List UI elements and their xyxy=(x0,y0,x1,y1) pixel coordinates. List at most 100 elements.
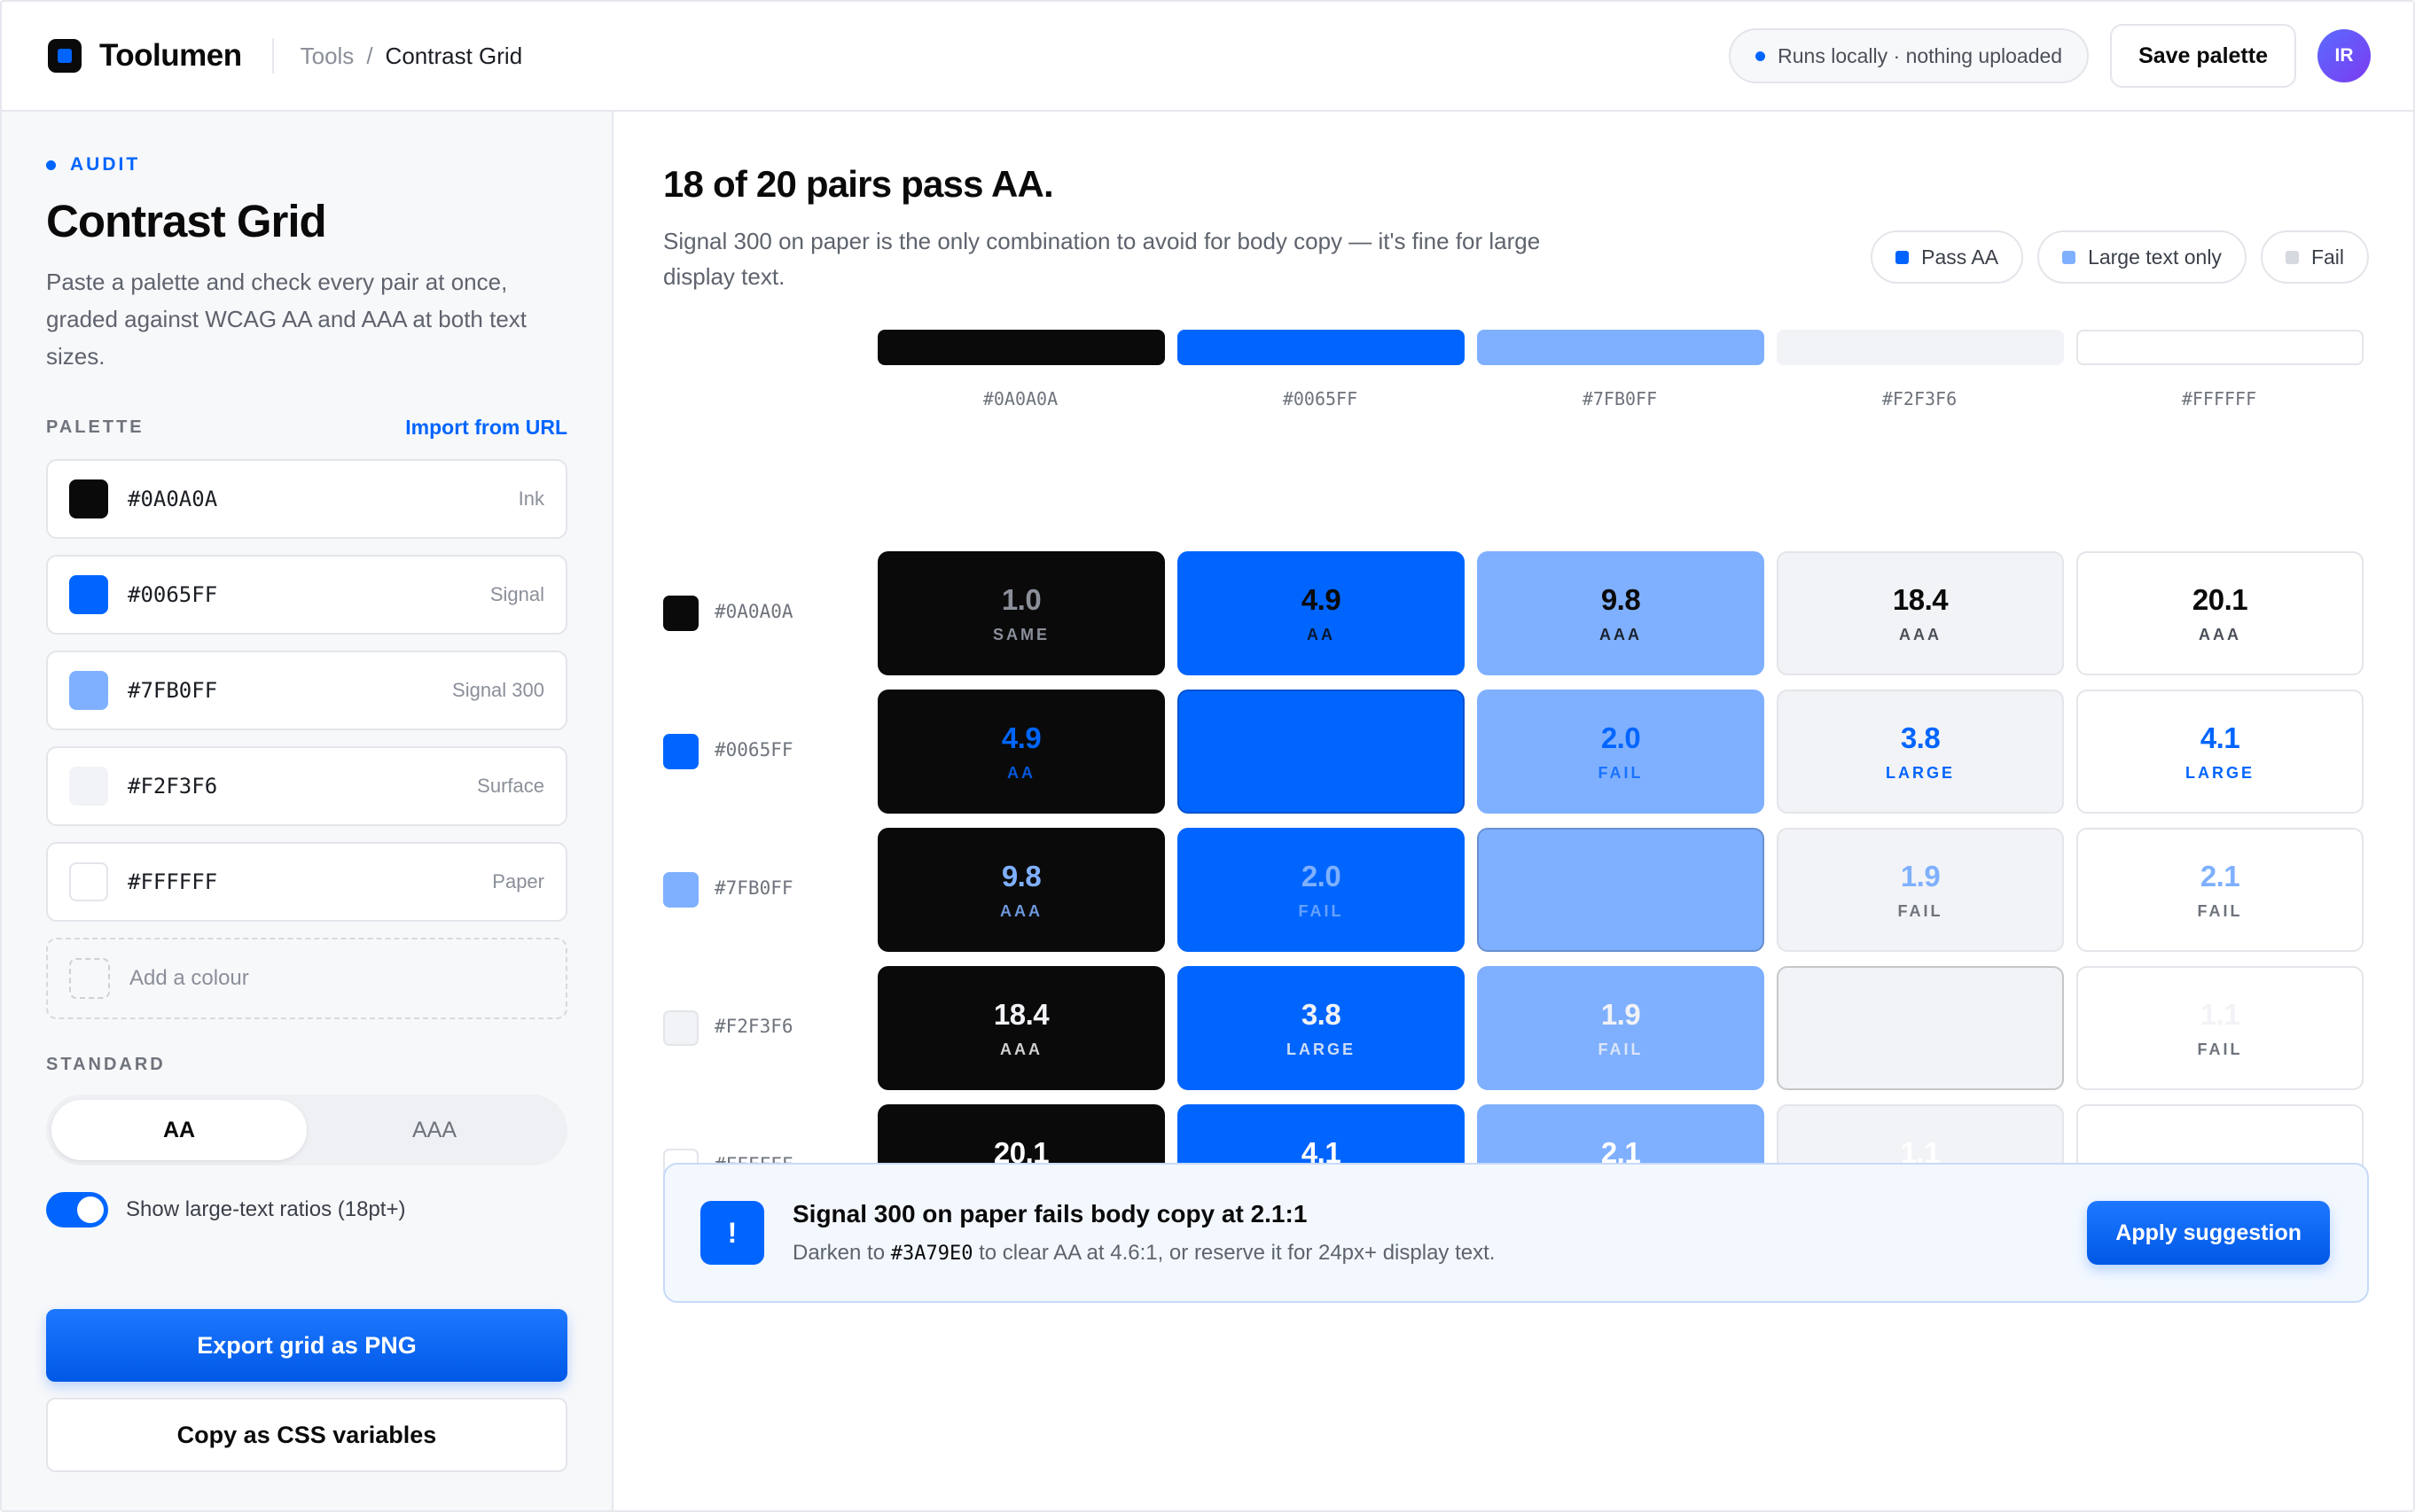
contrast-ratio: 4.9 xyxy=(1301,582,1341,616)
contrast-cell[interactable]: 1.9 FAIL xyxy=(1477,966,1764,1090)
contrast-cell[interactable]: 2.0 FAIL xyxy=(1477,690,1764,814)
contrast-cell[interactable]: 3.8 LARGE xyxy=(1177,966,1465,1090)
contrast-cell[interactable]: 1.1 FAIL xyxy=(2076,966,2364,1090)
legend-fail[interactable]: Fail xyxy=(2260,230,2369,284)
main-content: 18 of 20 pairs pass AA. Signal 300 on pa… xyxy=(615,112,2413,1510)
standard-option-aaa[interactable]: AAA xyxy=(307,1100,562,1160)
palette-name[interactable]: Surface xyxy=(477,775,544,798)
palette-name[interactable]: Ink xyxy=(519,487,544,510)
contrast-cell[interactable]: 4.9 AA xyxy=(878,690,1165,814)
breadcrumb-tools-link[interactable]: Tools xyxy=(301,43,355,70)
export-png-button[interactable]: Export grid as PNG xyxy=(46,1309,567,1382)
row-hex-label: #0A0A0A xyxy=(715,601,793,622)
palette-item-ink[interactable]: #0A0A0A Ink xyxy=(46,459,567,539)
contrast-ratio: 20.1 xyxy=(2192,582,2248,616)
brand-logo[interactable]: Toolumen xyxy=(48,38,242,74)
contrast-grade: AA xyxy=(1307,625,1335,643)
contrast-cell[interactable]: 1.0 SAME xyxy=(1777,966,2064,1090)
contrast-ratio: 18.4 xyxy=(993,997,1050,1031)
copy-css-button[interactable]: Copy as CSS variables xyxy=(46,1398,567,1472)
legend-label: Large text only xyxy=(2088,245,2222,269)
palette-item-surface[interactable]: #F2F3F6 Surface xyxy=(46,746,567,826)
palette-hex[interactable]: #0065FF xyxy=(128,582,217,607)
add-colour-button[interactable]: Add a colour xyxy=(46,938,567,1019)
contrast-cell[interactable]: 18.4 AAA xyxy=(1777,551,2064,675)
color-swatch[interactable] xyxy=(69,575,108,614)
column-hex-label: #0065FF xyxy=(1282,388,1358,409)
contrast-ratio: 3.8 xyxy=(1301,997,1341,1031)
palette-hex[interactable]: #FFFFFF xyxy=(128,869,217,894)
column-swatch-bar xyxy=(1777,330,2064,365)
contrast-cell[interactable]: 2.0 FAIL xyxy=(1177,828,1465,952)
palette-name[interactable]: Paper xyxy=(492,870,544,893)
color-swatch[interactable] xyxy=(69,862,108,901)
legend-large-text[interactable]: Large text only xyxy=(2037,230,2247,284)
color-swatch[interactable] xyxy=(69,767,108,806)
contrast-cell[interactable]: 9.8 AAA xyxy=(878,828,1165,952)
palette-hex[interactable]: #0A0A0A xyxy=(128,487,217,511)
contrast-grade: SAME xyxy=(1891,1040,1949,1058)
contrast-grade: SAME xyxy=(1591,901,1649,920)
contrast-cell[interactable]: 3.8 LARGE xyxy=(1777,690,2064,814)
contrast-grade: FAIL xyxy=(2197,1040,2243,1058)
save-palette-button[interactable]: Save palette xyxy=(2110,24,2296,88)
palette-hex[interactable]: #7FB0FF xyxy=(128,678,217,703)
legend-swatch xyxy=(1895,250,1910,264)
import-from-url-link[interactable]: Import from URL xyxy=(405,416,567,440)
apply-suggestion-button[interactable]: Apply suggestion xyxy=(2087,1201,2330,1265)
color-swatch[interactable] xyxy=(69,479,108,518)
standard-option-aa[interactable]: AA xyxy=(51,1100,307,1160)
contrast-grade: AAA xyxy=(1000,1040,1043,1058)
contrast-cell[interactable]: 4.1 LARGE xyxy=(2076,690,2364,814)
eyebrow-label: AUDIT xyxy=(70,154,141,175)
palette-name[interactable]: Signal 300 xyxy=(452,679,544,702)
row-hex-label: #F2F3F6 xyxy=(715,1016,793,1037)
contrast-cell[interactable]: 1.0 SAME xyxy=(1177,690,1465,814)
contrast-cell[interactable]: 18.4 AAA xyxy=(878,966,1165,1090)
contrast-ratio: 9.8 xyxy=(1001,859,1042,892)
palette-name[interactable]: Signal xyxy=(490,583,544,606)
contrast-grade: FAIL xyxy=(2197,901,2243,920)
contrast-cell[interactable]: 1.0 SAME xyxy=(878,551,1165,675)
palette-label: PALETTE xyxy=(46,417,145,437)
legend-pass-aa[interactable]: Pass AA xyxy=(1871,230,2024,284)
page-subtitle: Signal 300 on paper is the only combinat… xyxy=(663,228,1541,290)
column-hex-label: #FFFFFF xyxy=(2181,388,2257,409)
contrast-ratio: 1.1 xyxy=(2200,997,2240,1031)
contrast-ratio: 1.0 xyxy=(1600,859,1641,892)
palette-hex[interactable]: #F2F3F6 xyxy=(128,774,217,799)
contrast-ratio: 1.9 xyxy=(1600,997,1641,1031)
standard-segmented-control: AA AAA xyxy=(46,1095,567,1165)
contrast-grade: FAIL xyxy=(1598,1040,1644,1058)
contrast-cell[interactable]: 9.8 AAA xyxy=(1477,551,1764,675)
contrast-grade: AAA xyxy=(1000,901,1043,920)
section-eyebrow: AUDIT xyxy=(46,154,567,175)
contrast-grade: FAIL xyxy=(1298,901,1344,920)
palette-item-paper[interactable]: #FFFFFF Paper xyxy=(46,842,567,922)
alert-body-suffix: to clear AA at 4.6:1, or reserve it for … xyxy=(979,1241,1496,1265)
color-swatch[interactable] xyxy=(69,671,108,710)
large-text-toggle-label: Show large-text ratios (18pt+) xyxy=(126,1197,406,1221)
contrast-grid: #0A0A0A #0065FF #7FB0FF #F2F3F6 #FFFFFF #0A0A… xyxy=(663,330,2369,1234)
contrast-grade: FAIL xyxy=(1897,901,1943,920)
contrast-grade: AAA xyxy=(1899,625,1942,643)
contrast-cell[interactable]: 1.9 FAIL xyxy=(1777,828,2064,952)
column-hex-label: #7FB0FF xyxy=(1582,388,1658,409)
contrast-cell[interactable]: 20.1 AAA xyxy=(2076,551,2364,675)
palette-item-signal-300[interactable]: #7FB0FF Signal 300 xyxy=(46,651,567,730)
contrast-ratio: 18.4 xyxy=(1892,582,1949,616)
breadcrumb: Tools / Contrast Grid xyxy=(301,43,523,70)
legend: Pass AA Large text only Fail xyxy=(1871,230,2369,284)
contrast-cell[interactable]: 2.1 FAIL xyxy=(2076,828,2364,952)
status-dot-icon xyxy=(1755,51,1766,61)
contrast-grade: AA xyxy=(1007,763,1036,782)
row-hex-label: #7FB0FF xyxy=(715,877,793,899)
contrast-ratio: 1.9 xyxy=(1900,859,1941,892)
logo-icon xyxy=(48,39,82,73)
alert-title: Signal 300 on paper fails body copy at 2… xyxy=(793,1200,1308,1228)
large-text-toggle[interactable] xyxy=(46,1192,108,1228)
palette-item-signal[interactable]: #0065FF Signal xyxy=(46,555,567,635)
user-avatar[interactable]: IR xyxy=(2317,29,2371,82)
contrast-cell[interactable]: 1.0 SAME xyxy=(1477,828,1764,952)
contrast-cell[interactable]: 4.9 AA xyxy=(1177,551,1465,675)
